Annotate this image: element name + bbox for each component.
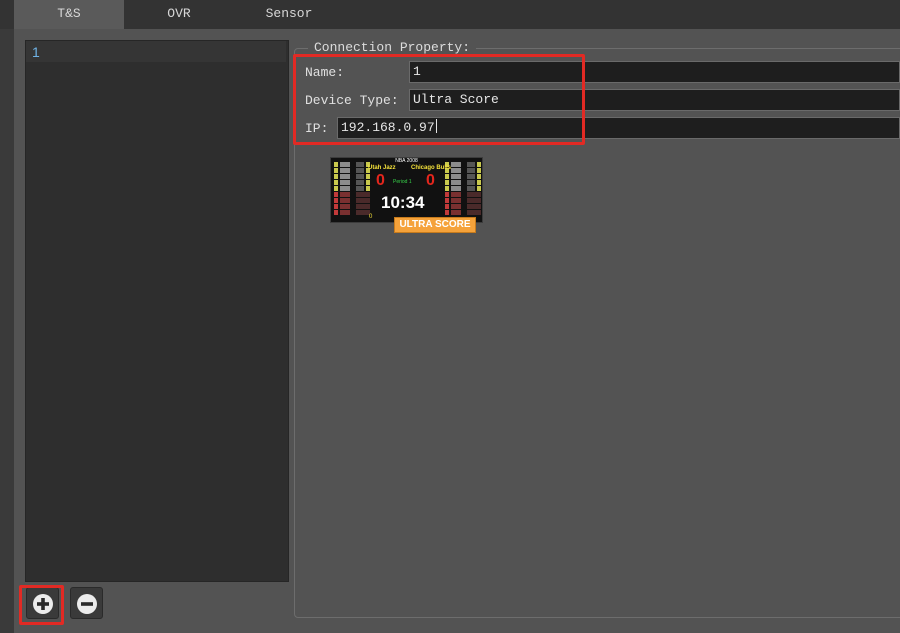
tab-ovr[interactable]: OVR xyxy=(124,0,234,29)
preview-title: NBA 2008 xyxy=(395,158,418,164)
preview-bottom-value: 0 xyxy=(369,214,373,220)
tab-bar: T&S OVR Sensor xyxy=(0,0,900,29)
highlight-connection-fields xyxy=(293,54,585,145)
home-team-label: Utah Jazz xyxy=(368,165,396,171)
window-edge xyxy=(0,29,14,633)
device-list[interactable]: 1 xyxy=(25,40,289,582)
home-roster xyxy=(334,162,370,216)
remove-device-button[interactable] xyxy=(70,587,103,619)
away-score: 0 xyxy=(426,172,435,189)
away-team-label: Chicago Bulls xyxy=(411,165,452,171)
tab-ts[interactable]: T&S xyxy=(14,0,124,29)
game-clock: 10:34 xyxy=(381,193,425,212)
tab-sensor[interactable]: Sensor xyxy=(234,0,344,29)
minus-circle-icon xyxy=(77,594,97,614)
highlight-add-button xyxy=(19,585,64,625)
ultra-score-badge: ULTRA SCORE xyxy=(394,217,476,233)
device-preview-image: NBA 2008 Utah Jazz Chicago Bulls 0 0 Per… xyxy=(330,157,483,223)
period-label: Period 1 xyxy=(393,179,412,185)
home-score: 0 xyxy=(376,172,385,189)
device-list-item[interactable]: 1 xyxy=(26,41,286,62)
connection-property-title: Connection Property: xyxy=(308,40,477,55)
